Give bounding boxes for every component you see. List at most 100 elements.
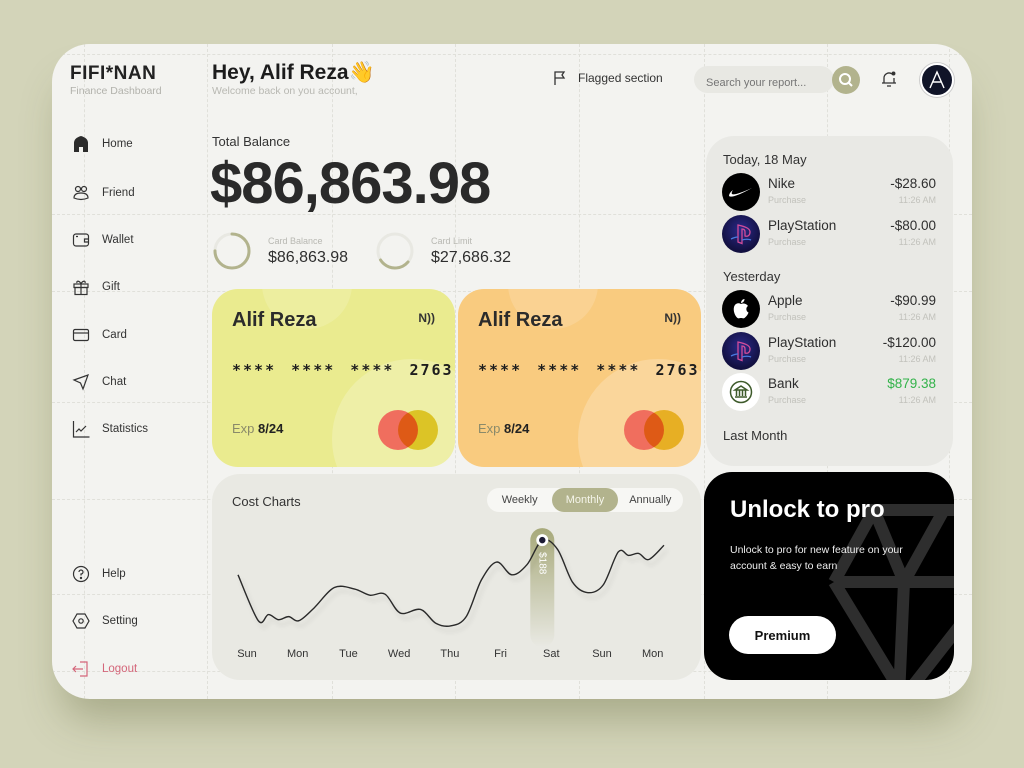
- cost-line-chart: $188 Sun Mon Tue Wed Thu Fri Sat Sun Mon: [237, 528, 665, 660]
- sidebar-item-label: Chat: [102, 376, 127, 388]
- brand-subtitle: Finance Dashboard: [70, 85, 162, 97]
- greeting-subtitle: Welcome back on you account,: [212, 85, 358, 97]
- card-icon: [72, 328, 90, 342]
- apple-logo-icon: [722, 290, 760, 328]
- home-icon: [74, 136, 88, 152]
- dashboard-window: FIFI*NAN Finance Dashboard Hey, Alif Rez…: [52, 44, 972, 699]
- sidebar-item-logout[interactable]: Logout: [72, 660, 137, 678]
- sidebar-item-statistics[interactable]: Statistics: [72, 420, 148, 438]
- transaction-amount: -$28.60: [890, 176, 936, 191]
- transaction-type: Purchase: [768, 353, 807, 364]
- transaction-type: Purchase: [768, 236, 807, 247]
- grid-line: [52, 54, 972, 55]
- help-icon: [72, 565, 90, 583]
- card-balance-stat: Card Balance $86,863.98: [212, 231, 348, 271]
- x-tick-label: Sun: [237, 648, 257, 660]
- sidebar-item-chat[interactable]: Chat: [72, 373, 126, 391]
- transaction-merchant: Apple: [768, 293, 803, 308]
- transaction-row[interactable]: Nike Purchase -$28.60 11:26 AM: [722, 173, 936, 213]
- sidebar-item-label: Setting: [102, 615, 138, 627]
- sidebar-item-label: Help: [102, 568, 126, 580]
- transaction-amount: $879.38: [887, 376, 936, 391]
- x-tick-label: Mon: [642, 648, 663, 660]
- tab-monthly[interactable]: Monthly: [552, 488, 618, 512]
- sidebar-item-label: Logout: [102, 663, 138, 675]
- sidebar-item-gift[interactable]: Gift: [72, 278, 120, 296]
- card-number: **** **** **** 2763: [478, 361, 700, 379]
- card-balance-label: Card Balance: [268, 235, 323, 246]
- cost-chart-panel: Cost Charts Weekly Monthly Annually $188…: [212, 474, 701, 680]
- transaction-time: 11:26 AM: [898, 312, 936, 322]
- x-tick-label: Sun: [592, 648, 612, 660]
- transaction-type: Purchase: [768, 195, 807, 205]
- total-balance-value: $86,863.98: [210, 151, 491, 216]
- sidebar-item-card[interactable]: Card: [72, 326, 127, 344]
- sidebar-item-friend[interactable]: Friend: [72, 184, 135, 202]
- contactless-icon: N)): [664, 311, 681, 325]
- flagged-section-link[interactable]: Flagged section: [552, 70, 663, 86]
- sidebar-item-home[interactable]: Home: [72, 135, 133, 153]
- expiry-label: Exp: [478, 421, 501, 436]
- friends-icon: [73, 185, 89, 201]
- card-expiry: Exp 8/24: [478, 421, 529, 436]
- card-limit-value: $27,686.32: [431, 248, 512, 266]
- transaction-row[interactable]: Bank Purchase $879.38 11:26 AM: [722, 373, 936, 413]
- diamond-icon: [828, 504, 954, 680]
- sidebar-item-help[interactable]: Help: [72, 565, 126, 583]
- brand-logo: FIFI*NAN: [70, 63, 157, 84]
- search-input[interactable]: [694, 66, 834, 93]
- user-avatar[interactable]: [920, 63, 954, 97]
- tab-annually[interactable]: Annually: [618, 488, 683, 512]
- transaction-type: Purchase: [768, 395, 807, 405]
- chart-icon: [72, 421, 90, 438]
- transaction-time: 11:26 AM: [898, 236, 936, 247]
- mastercard-icon: [378, 410, 440, 450]
- send-icon: [72, 374, 89, 391]
- transaction-amount: -$80.00: [890, 217, 936, 233]
- transaction-group-label: Yesterday: [723, 269, 781, 284]
- bank-logo-icon: [722, 373, 760, 411]
- credit-card[interactable]: Alif Reza N)) **** **** **** 2763 Exp 8/…: [212, 289, 455, 467]
- period-toggle: Weekly Monthly Annually: [487, 488, 683, 512]
- search-button[interactable]: [832, 66, 860, 94]
- card-limit-stat: Card Limit $27,686.32: [375, 231, 511, 271]
- chart-title: Cost Charts: [232, 494, 301, 509]
- transaction-group-label: Today, 18 May: [723, 152, 807, 167]
- sidebar-item-label: Friend: [102, 187, 135, 199]
- credit-card[interactable]: Alif Reza N)) **** **** **** 2763 Exp 8/…: [458, 289, 701, 467]
- card-holder: Alif Reza: [232, 309, 317, 331]
- sidebar-item-label: Card: [102, 329, 127, 341]
- x-tick-label: Mon: [287, 648, 308, 660]
- x-tick-label: Sat: [543, 648, 560, 660]
- tab-weekly[interactable]: Weekly: [487, 488, 552, 512]
- card-holder: Alif Reza: [478, 309, 563, 331]
- sidebar-item-label: Home: [102, 138, 133, 150]
- transaction-amount: -$90.99: [890, 293, 936, 308]
- nike-logo-icon: [722, 173, 760, 211]
- card-expiry: Exp 8/24: [232, 421, 283, 436]
- x-tick-label: Fri: [494, 648, 507, 660]
- expiry-label: Exp: [232, 421, 255, 436]
- card-number: **** **** **** 2763: [232, 361, 454, 379]
- transaction-type: Purchase: [768, 312, 807, 322]
- wallet-icon: [72, 233, 90, 247]
- search-icon: [839, 73, 853, 87]
- sidebar-item-wallet[interactable]: Wallet: [72, 231, 134, 249]
- sidebar-item-label: Gift: [102, 281, 120, 293]
- card-limit-label: Card Limit: [431, 235, 473, 246]
- transaction-row[interactable]: PlayStation Purchase -$80.00 11:26 AM: [722, 214, 936, 255]
- settings-icon: [72, 613, 90, 629]
- transaction-group-label: Last Month: [723, 427, 788, 443]
- premium-button[interactable]: Premium: [729, 616, 836, 654]
- sidebar-item-setting[interactable]: Setting: [72, 612, 138, 630]
- transaction-row[interactable]: PlayStation Purchase -$120.00 11:26 AM: [722, 331, 936, 372]
- flagged-section-label: Flagged section: [578, 71, 663, 85]
- transaction-row[interactable]: Apple Purchase -$90.99 11:26 AM: [722, 290, 936, 330]
- mastercard-icon: [624, 410, 686, 450]
- grid-line: [207, 44, 208, 699]
- x-tick-label: Thu: [440, 648, 459, 660]
- transaction-time: 11:26 AM: [898, 195, 936, 205]
- notification-button[interactable]: [879, 69, 899, 94]
- card-limit-ring: [376, 232, 414, 270]
- transaction-time: 11:26 AM: [898, 353, 936, 364]
